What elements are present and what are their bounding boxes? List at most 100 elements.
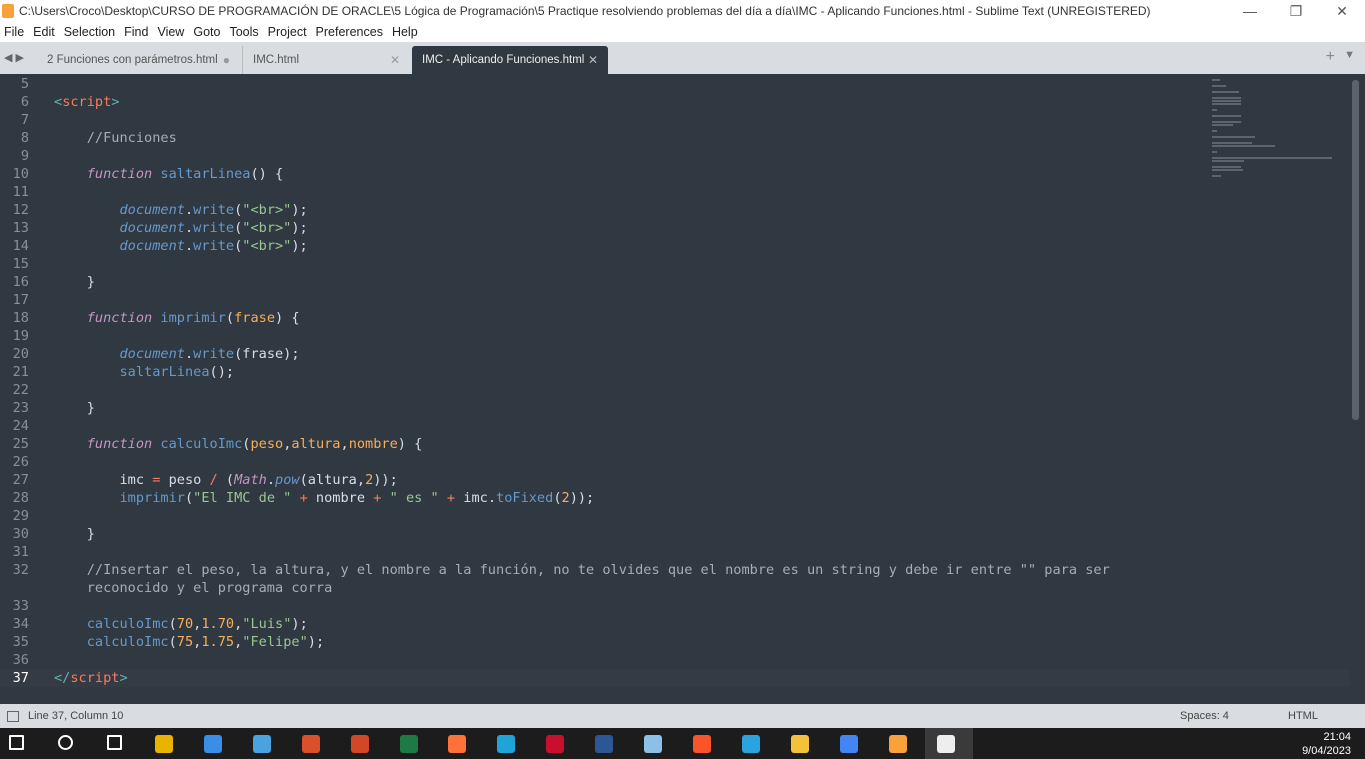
minimap-line [1212, 91, 1239, 93]
chrome-icon[interactable] [839, 735, 858, 753]
scrollbar-thumb[interactable] [1352, 80, 1359, 420]
code-editor[interactable]: 5 6 <script> 7 8 //Funciones 9 10 function sal… [0, 74, 1350, 704]
code-line[interactable]: 17 [0, 291, 1350, 309]
code-line[interactable]: 27 imc = peso / (Math.pow(altura,2)); [0, 471, 1350, 489]
code-line[interactable]: 37 </script> [0, 669, 1350, 687]
maximize-button[interactable]: ❐ [1273, 0, 1319, 22]
firefox-icon[interactable] [448, 735, 467, 753]
code-line[interactable]: 22 [0, 381, 1350, 399]
line-number: 15 [12, 256, 29, 272]
code-line[interactable]: 19 [0, 327, 1350, 345]
code-line[interactable]: 30 } [0, 525, 1350, 543]
tab-imc-aplicando-funciones[interactable]: IMC - Aplicando Funciones.html ✕ [412, 46, 608, 74]
search-icon[interactable] [58, 735, 73, 750]
code-line[interactable]: 35 calculoImc(75,1.75,"Felipe"); [0, 633, 1350, 651]
date: 9/04/2023 [1302, 745, 1351, 757]
close-tab-icon[interactable]: ✕ [588, 53, 598, 67]
task-view-icon[interactable] [107, 735, 122, 750]
code-line[interactable]: 9 [0, 147, 1350, 165]
unsaved-dot-icon[interactable]: ● [223, 53, 230, 67]
tab-nav-arrows-icon[interactable]: ◀ ▶ [4, 51, 24, 64]
code-token: function [86, 310, 153, 326]
minimap[interactable] [1212, 76, 1337, 177]
code-line[interactable]: 23 } [0, 399, 1350, 417]
code-line[interactable]: 13 document.write("<br>"); [0, 219, 1350, 237]
telegram-icon[interactable] [741, 735, 760, 753]
code-line[interactable]: 5 [0, 75, 1350, 93]
code-token: //Insertar el peso, la altura, y el nomb… [86, 562, 1110, 578]
file-explorer-icon[interactable] [790, 735, 809, 753]
menu-view[interactable]: View [153, 25, 189, 39]
menu-preferences[interactable]: Preferences [312, 25, 388, 39]
excel-icon[interactable] [399, 735, 418, 753]
close-button[interactable]: ✕ [1319, 0, 1365, 22]
vertical-scrollbar[interactable] [1350, 74, 1365, 704]
close-tab-icon[interactable]: ✕ [390, 53, 400, 67]
code-line[interactable]: 18 function imprimir(frase) { [0, 309, 1350, 327]
minimize-button[interactable]: — [1227, 0, 1273, 22]
menu-goto[interactable]: Goto [189, 25, 225, 39]
powerpoint-icon[interactable] [350, 735, 369, 753]
brave-icon[interactable] [692, 735, 711, 753]
tab-imc[interactable]: IMC.html ✕ [242, 46, 410, 74]
code-line[interactable]: 28 imprimir("El IMC de " + nombre + " es… [0, 489, 1350, 507]
code-line[interactable]: 15 [0, 255, 1350, 273]
line-number: 33 [12, 598, 29, 614]
code-line[interactable]: 29 [0, 507, 1350, 525]
line-number: 5 [20, 76, 29, 92]
edge-icon[interactable] [497, 735, 516, 753]
code-line[interactable]: 25 function calculoImc(peso,altura,nombr… [0, 435, 1350, 453]
code-line[interactable]: 31 [0, 543, 1350, 561]
panel-toggle-icon[interactable] [7, 710, 19, 722]
app-active-icon[interactable] [937, 735, 956, 753]
app-icon[interactable] [155, 735, 173, 753]
menu-find[interactable]: Find [120, 25, 153, 39]
menu-edit[interactable]: Edit [29, 25, 60, 39]
code-token: ( [217, 472, 235, 488]
code-line[interactable]: 14 document.write("<br>"); [0, 237, 1350, 255]
indentation-setting[interactable]: Spaces: 4 [1180, 710, 1229, 722]
windows-start-icon[interactable] [9, 735, 24, 750]
code-line[interactable]: 6 <script> [0, 93, 1350, 111]
control-panel-icon[interactable] [203, 735, 222, 753]
line-number: 26 [12, 454, 29, 470]
code-line[interactable]: 32 //Insertar el peso, la altura, y el n… [0, 561, 1350, 579]
code-token: 75 [176, 634, 194, 650]
syntax-selector[interactable]: HTML [1288, 710, 1318, 722]
code-line[interactable]: 34 calculoImc(70,1.70,"Luis"); [0, 615, 1350, 633]
tab-menu-icon[interactable]: ▼ [1344, 49, 1355, 61]
code-token: ( [184, 490, 194, 506]
code-line[interactable]: 33 [0, 597, 1350, 615]
code-line[interactable]: reconocido y el programa corra [0, 579, 1350, 597]
code-token: 2 [561, 490, 570, 506]
menu-tools[interactable]: Tools [225, 25, 263, 39]
code-line[interactable]: 10 function saltarLinea() { [0, 165, 1350, 183]
menu-selection[interactable]: Selection [60, 25, 120, 39]
code-line[interactable]: 21 saltarLinea(); [0, 363, 1350, 381]
new-tab-icon[interactable]: + [1326, 48, 1335, 66]
app-red-icon[interactable] [546, 735, 565, 753]
menu-project[interactable]: Project [264, 25, 312, 39]
clock[interactable]: 21:04 9/04/2023 [1302, 730, 1351, 758]
code-token: calculoImc [86, 634, 169, 650]
code-line[interactable]: 24 [0, 417, 1350, 435]
remote-icon[interactable] [252, 735, 271, 753]
menu-file[interactable]: File [0, 25, 29, 39]
paint-icon[interactable] [644, 735, 662, 753]
code-line[interactable]: 26 [0, 453, 1350, 471]
code-text: </script> [54, 669, 128, 687]
code-line[interactable]: 12 document.write("<br>"); [0, 201, 1350, 219]
code-line[interactable]: 8 //Funciones [0, 129, 1350, 147]
code-line[interactable]: 7 [0, 111, 1350, 129]
code-line[interactable]: 16 } [0, 273, 1350, 291]
sublime-text-icon[interactable] [888, 735, 907, 753]
menu-help[interactable]: Help [388, 25, 423, 39]
ccleaner-icon[interactable] [301, 735, 320, 753]
word-icon[interactable] [595, 735, 614, 753]
code-line[interactable]: 20 document.write(frase); [0, 345, 1350, 363]
code-line[interactable]: 11 [0, 183, 1350, 201]
tab-funciones-parametros[interactable]: 2 Funciones con parámetros.html ● [37, 46, 240, 74]
line-number: 21 [12, 364, 29, 380]
code-line[interactable]: 36 [0, 651, 1350, 669]
